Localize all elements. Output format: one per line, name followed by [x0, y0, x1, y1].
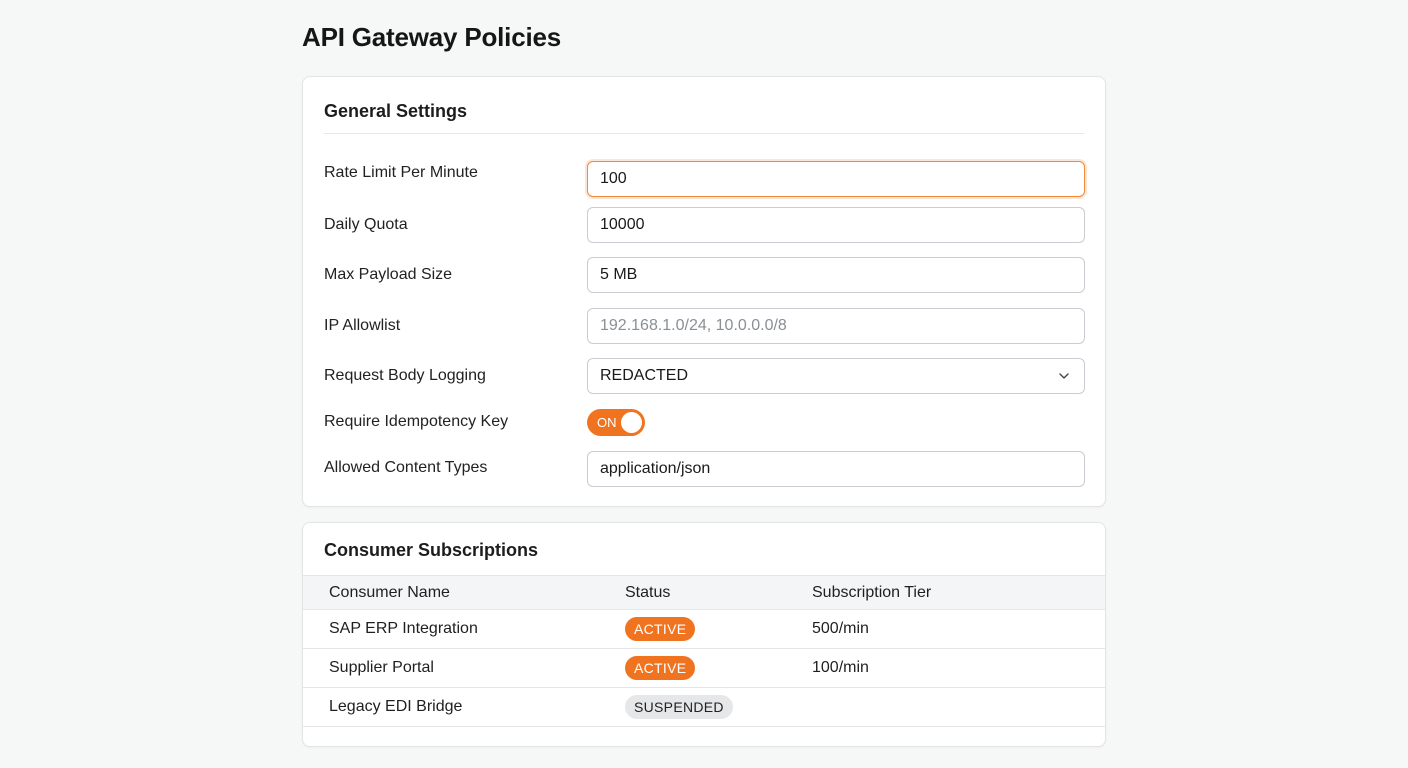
content-types-label: Allowed Content Types [324, 459, 488, 476]
column-header-tier[interactable]: Subscription Tier [812, 575, 1105, 610]
status-badge: ACTIVE [625, 656, 696, 680]
body-logging-value: REDACTED [600, 367, 689, 384]
consumer-name: Supplier Portal [303, 648, 625, 688]
table-header-row: Consumer Name Status Subscription Tier [303, 575, 1105, 610]
page-title: API Gateway Policies [302, 22, 562, 52]
general-settings-card: General Settings Rate Limit Per Minute D… [302, 76, 1106, 507]
daily-quota-label: Daily Quota [324, 216, 408, 233]
status-cell: ACTIVE [625, 609, 812, 649]
column-header-consumer[interactable]: Consumer Name [303, 575, 625, 610]
toggle-knob [621, 412, 642, 433]
ip-allowlist-label: IP Allowlist [324, 317, 401, 334]
content-types-input[interactable] [587, 451, 1085, 487]
subscription-tier: 500/min [812, 609, 1105, 649]
subscription-tier [812, 687, 1105, 727]
status-badge: ACTIVE [625, 617, 696, 641]
max-payload-input[interactable] [587, 257, 1085, 293]
daily-quota-input[interactable] [587, 207, 1085, 243]
consumer-subscriptions-title: Consumer Subscriptions [324, 540, 539, 560]
section-divider [324, 133, 1084, 134]
ip-allowlist-input[interactable] [587, 308, 1085, 344]
chevron-down-icon [1059, 373, 1069, 379]
idempotency-toggle[interactable]: ON [587, 409, 645, 436]
general-settings-title: General Settings [324, 101, 468, 121]
idempotency-label: Require Idempotency Key [324, 413, 509, 430]
consumer-name: SAP ERP Integration [303, 609, 625, 649]
body-logging-select[interactable]: REDACTED [587, 358, 1085, 394]
rate-limit-label: Rate Limit Per Minute [324, 164, 478, 181]
table-row[interactable]: Legacy EDI Bridge SUSPENDED [303, 687, 1105, 727]
toggle-state-text: ON [597, 415, 617, 430]
rate-limit-input[interactable] [587, 161, 1085, 197]
status-cell: SUSPENDED [625, 687, 812, 727]
subscriptions-table: Consumer Name Status Subscription Tier S… [303, 575, 1105, 727]
table-row[interactable]: Supplier Portal ACTIVE 100/min [303, 648, 1105, 688]
body-logging-label: Request Body Logging [324, 367, 486, 384]
max-payload-label: Max Payload Size [324, 266, 453, 283]
status-cell: ACTIVE [625, 648, 812, 688]
column-header-status[interactable]: Status [625, 575, 812, 610]
consumer-subscriptions-card: Consumer Subscriptions Consumer Name Sta… [302, 522, 1106, 747]
status-badge: SUSPENDED [625, 695, 733, 719]
subscription-tier: 100/min [812, 648, 1105, 688]
table-row[interactable]: SAP ERP Integration ACTIVE 500/min [303, 609, 1105, 649]
consumer-name: Legacy EDI Bridge [303, 687, 625, 727]
